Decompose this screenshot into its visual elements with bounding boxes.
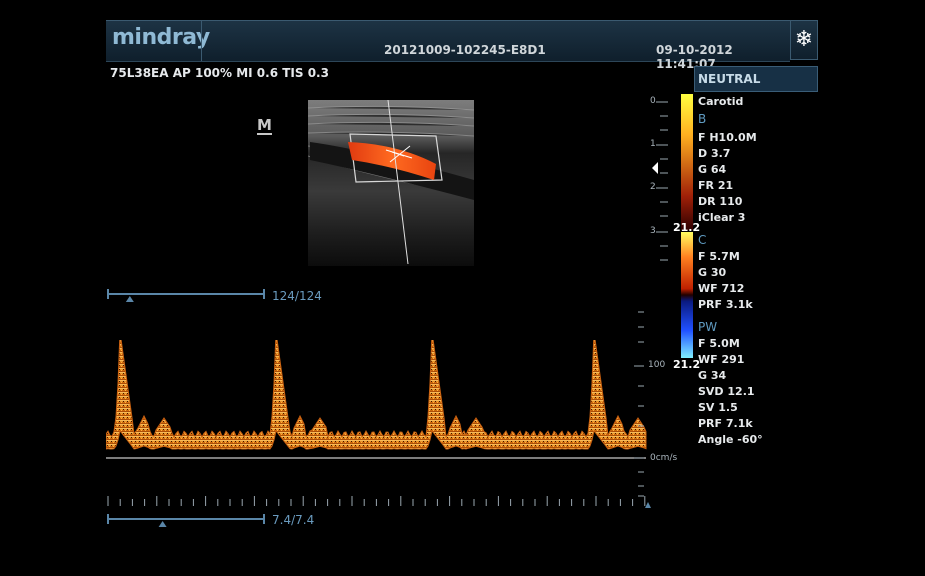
c-param: G 30 [698,266,727,279]
depth-tick-label: 1 [650,139,656,149]
pw-mode-header: PW [698,320,718,334]
depth-tick-label: 3 [650,226,656,236]
colorbar-scale: 21.2 [673,221,701,234]
exam-type: Carotid [698,95,744,108]
pw-param: PRF 7.1k [698,417,753,430]
b-param: iClear 3 [698,211,746,224]
cine-slider-thumb[interactable] [125,296,134,302]
header-bar: mindray 20121009-102245-E8D1 09-10-2012 … [106,20,790,71]
study-id: 20121009-102245-E8D1 [384,43,546,57]
c-param: PRF 3.1k [698,298,753,311]
pw-param: SVD 12.1 [698,385,755,398]
b-param: D 3.7 [698,147,731,160]
c-param: WF 712 [698,282,745,295]
time-axis [107,496,646,506]
doppler-waveform [106,340,647,450]
pw-param: SV 1.5 [698,401,738,414]
depth-tick-label: 2 [650,182,656,192]
b-param: F H10.0M [698,131,757,144]
pw-param: Angle -60° [698,433,763,446]
velocity-label: 100 [648,360,666,370]
colorbar-scale-bottom: 21.2 [673,358,701,371]
cine-slider-pw[interactable] [106,511,268,529]
grayscale-colorbar [681,94,693,230]
pw-param: G 34 [698,369,727,382]
c-mode-header: C [698,233,707,247]
orientation-marker: M [257,116,272,135]
snowflake-icon[interactable]: ❄ [790,20,818,60]
baseline-label: 0cm/s [650,453,678,463]
pw-param: F 5.0M [698,337,740,350]
b-mode-image [308,100,474,266]
doppler-spectrum [106,340,647,459]
b-mode-header: B [698,112,707,126]
probe-info: 75L38EA AP 100% MI 0.6 TIS 0.3 [110,66,329,80]
depth-scale [652,101,668,261]
b-param: DR 110 [698,195,743,208]
cine-time: 7.4/7.4 [272,513,315,527]
pw-param: WF 291 [698,353,745,366]
velocity-colorbar [681,232,693,358]
b-param: G 64 [698,163,727,176]
preset-button[interactable]: NEUTRAL [694,66,818,92]
velocity-scale [634,311,651,508]
cine-frame-count: 124/124 [272,289,322,303]
header-divider [201,21,202,61]
mindray-logo: mindray [112,25,210,50]
c-param: F 5.7M [698,250,740,263]
b-param: FR 21 [698,179,734,192]
depth-tick-label: 0 [650,96,656,106]
cine-slider-b[interactable] [106,286,268,304]
cine-slider-thumb[interactable] [158,521,167,527]
